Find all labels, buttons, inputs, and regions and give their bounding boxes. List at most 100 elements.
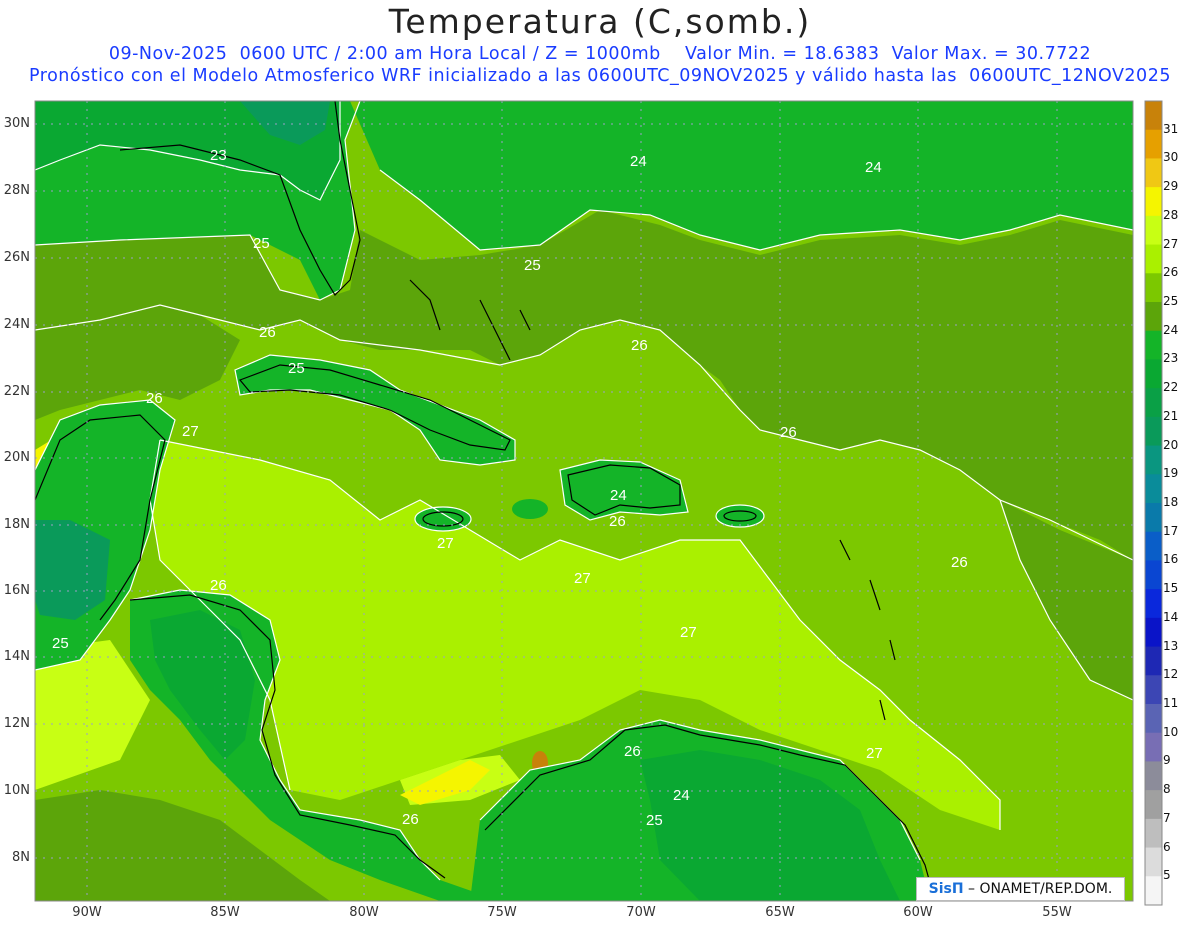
credit-text: – ONAMET/REP.DOM. xyxy=(968,881,1113,897)
lat-label: 30N xyxy=(3,116,30,131)
contour-label: 24 xyxy=(630,153,647,170)
contour-label: 26 xyxy=(609,513,626,530)
colorbar-swatch xyxy=(1145,330,1162,360)
colorbar-label: 22 xyxy=(1163,380,1179,395)
lon-label: 90W xyxy=(72,905,102,920)
colorbar-swatch xyxy=(1145,101,1162,131)
lat-label: 16N xyxy=(3,583,30,598)
colorbar-swatch xyxy=(1145,761,1162,791)
field-24-haiti-west xyxy=(512,499,548,519)
contour-label: 26 xyxy=(210,577,227,594)
colorbar-swatch xyxy=(1145,388,1162,418)
contour-label: 26 xyxy=(402,811,419,828)
colorbar-label: 13 xyxy=(1163,638,1179,653)
colorbar-label: 30 xyxy=(1163,150,1179,165)
colorbar-swatch xyxy=(1145,847,1162,877)
colorbar-swatch xyxy=(1145,215,1162,246)
colorbar-label: 29 xyxy=(1163,179,1179,194)
colorbar-swatch xyxy=(1145,617,1162,648)
colorbar-swatch xyxy=(1145,560,1162,590)
colorbar-label: 26 xyxy=(1163,265,1179,280)
contour-label: 26 xyxy=(631,337,648,354)
lon-label: 85W xyxy=(210,905,240,920)
colorbar-label: 8 xyxy=(1163,782,1171,797)
contour-label: 25 xyxy=(524,257,541,274)
lon-label: 80W xyxy=(349,905,379,920)
sispi-logo: SisΠ xyxy=(928,881,964,897)
contour-label: 26 xyxy=(780,424,797,441)
lat-label: 26N xyxy=(3,250,30,265)
lat-label: 28N xyxy=(3,183,30,198)
lon-label: 75W xyxy=(487,905,517,920)
colorbar-label: 6 xyxy=(1163,839,1171,854)
colorbar-swatch xyxy=(1145,445,1162,475)
contour-label: 26 xyxy=(951,554,968,571)
colorbar-label: 18 xyxy=(1163,495,1179,509)
lat-label: 22N xyxy=(3,384,30,399)
colorbar-swatch xyxy=(1145,818,1162,849)
lat-label: 24N xyxy=(3,317,30,332)
contour-label: 26 xyxy=(624,743,641,760)
colorbar-label: 28 xyxy=(1163,207,1179,222)
lon-label: 60W xyxy=(903,905,933,920)
colorbar-label: 12 xyxy=(1163,667,1179,682)
colorbar-swatch xyxy=(1145,732,1162,762)
contour-label: 25 xyxy=(646,812,663,829)
colorbar-swatch xyxy=(1145,416,1162,447)
colorbar-swatch xyxy=(1145,704,1162,734)
colorbar-label: 7 xyxy=(1163,810,1171,825)
contour-label: 25 xyxy=(52,635,69,652)
colorbar-label: 16 xyxy=(1163,552,1179,567)
contour-label: 26 xyxy=(146,390,163,407)
colorbar-label: 17 xyxy=(1163,523,1179,538)
lon-label: 70W xyxy=(626,905,656,920)
colorbar-label: 31 xyxy=(1163,121,1179,136)
lon-label: 55W xyxy=(1042,905,1072,920)
colorbar-swatch xyxy=(1145,158,1162,188)
colorbar-label: 21 xyxy=(1163,408,1179,423)
contour-label: 27 xyxy=(574,570,591,587)
colorbar-swatch xyxy=(1145,589,1162,619)
contour-label: 24 xyxy=(610,487,627,504)
contour-label: 24 xyxy=(673,787,690,804)
colorbar-swatch xyxy=(1145,876,1162,906)
lat-label: 12N xyxy=(3,716,30,731)
colorbar-swatch xyxy=(1145,244,1162,274)
colorbar-label: 23 xyxy=(1163,351,1179,366)
lat-label: 14N xyxy=(3,649,30,664)
lat-label: 8N xyxy=(12,850,30,865)
colorbar-swatch xyxy=(1145,675,1162,705)
contour-label: 24 xyxy=(865,159,882,176)
colorbar-label: 11 xyxy=(1163,696,1179,710)
colorbar-label: 25 xyxy=(1163,294,1179,308)
colorbar-swatch xyxy=(1145,531,1162,561)
lon-label: 65W xyxy=(765,905,795,920)
lat-label: 10N xyxy=(3,783,30,798)
colorbar-label: 24 xyxy=(1163,322,1179,337)
colorbar-label: 20 xyxy=(1163,437,1179,452)
contour-label: 25 xyxy=(288,360,305,377)
colorbar-label: 27 xyxy=(1163,236,1179,251)
colorbar-label: 14 xyxy=(1163,609,1179,624)
colorbar-swatch xyxy=(1145,503,1162,533)
contour-label: 27 xyxy=(680,624,697,641)
lat-label: 18N xyxy=(3,517,30,532)
temperature-fill-layer xyxy=(35,101,1133,901)
temperature-map: 23 24 24 25 25 26 26 26 26 27 27 27 27 2… xyxy=(34,100,1163,906)
colorbar-swatch xyxy=(1145,474,1162,504)
colorbar-swatch xyxy=(1145,129,1162,159)
colorbar-swatch xyxy=(1145,646,1162,676)
lat-label: 20N xyxy=(3,450,30,465)
colorbar-label: 19 xyxy=(1163,466,1179,481)
credit-box: SisΠ – ONAMET/REP.DOM. xyxy=(916,877,1125,901)
contour-label: 26 xyxy=(259,324,276,341)
colorbar xyxy=(1145,101,1162,906)
contour-label: 23 xyxy=(210,147,227,164)
colorbar-swatch xyxy=(1145,302,1162,332)
colorbar-swatch xyxy=(1145,273,1162,303)
contour-label: 25 xyxy=(253,235,270,252)
colorbar-swatch xyxy=(1145,187,1162,217)
contour-label: 27 xyxy=(866,745,883,762)
colorbar-label: 15 xyxy=(1163,581,1179,596)
contour-label: 27 xyxy=(182,423,199,440)
